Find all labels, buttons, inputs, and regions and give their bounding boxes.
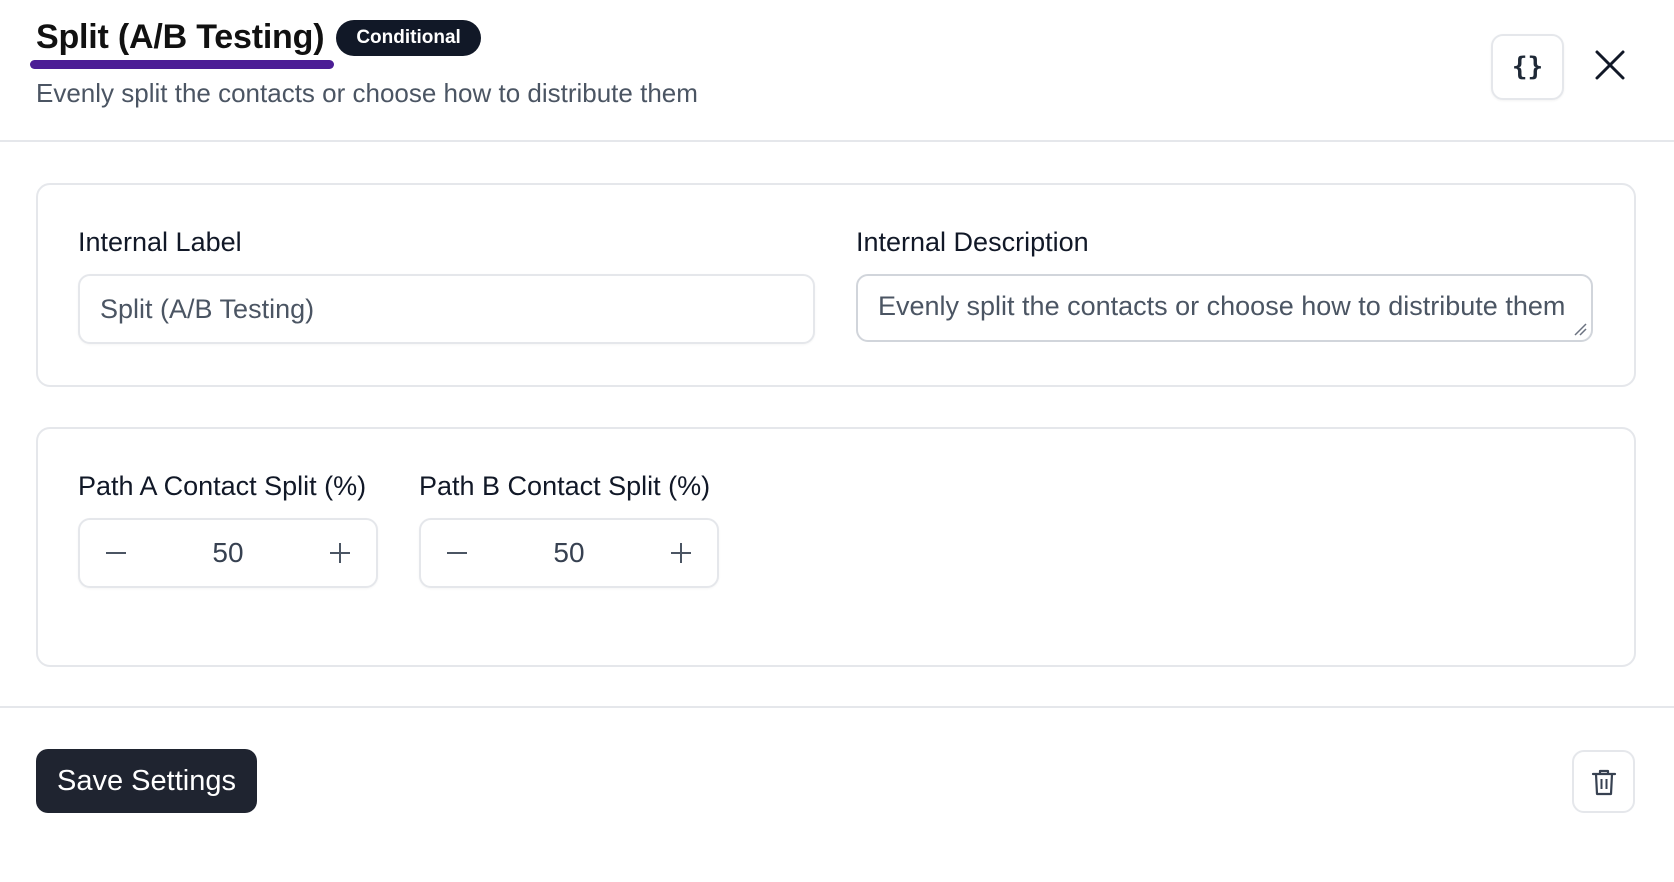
path-a-label: Path A Contact Split (%) <box>78 471 367 501</box>
label-description-card: Internal Label Split (A/B Testing) Inter… <box>36 183 1636 387</box>
curly-braces-icon: {} <box>1511 52 1544 82</box>
internal-description-textarea[interactable]: Evenly split the contacts or choose how … <box>856 274 1593 342</box>
panel-header: Split (A/B Testing) Conditional Evenly s… <box>0 0 1674 142</box>
path-b-value[interactable]: 50 <box>553 537 584 569</box>
path-b-stepper[interactable]: 50 <box>419 518 719 588</box>
plus-icon <box>671 543 691 563</box>
page-title: Split (A/B Testing) <box>36 18 325 56</box>
path-a-stepper[interactable]: 50 <box>78 518 378 588</box>
plus-icon <box>330 543 350 563</box>
path-a-value[interactable]: 50 <box>212 537 243 569</box>
path-b-increment-button[interactable] <box>667 539 695 567</box>
save-settings-button[interactable]: Save Settings <box>36 749 257 813</box>
close-icon <box>1595 50 1625 80</box>
title-wrapper: Split (A/B Testing) <box>30 18 334 69</box>
title-row: Split (A/B Testing) Conditional <box>30 18 481 69</box>
resize-grip-icon[interactable] <box>1573 322 1587 336</box>
minus-icon <box>447 552 467 554</box>
path-a-decrement-button[interactable] <box>102 539 130 567</box>
internal-label-input[interactable]: Split (A/B Testing) <box>78 274 815 344</box>
internal-description-heading: Internal Description <box>856 227 1089 257</box>
split-settings-panel: Split (A/B Testing) Conditional Evenly s… <box>0 0 1674 882</box>
type-badge: Conditional <box>336 19 481 56</box>
close-button[interactable] <box>1590 45 1630 85</box>
minus-icon <box>106 552 126 554</box>
footer-divider <box>0 706 1674 708</box>
contact-split-card: Path A Contact Split (%) 50 Path B Conta… <box>36 427 1636 667</box>
path-b-label: Path B Contact Split (%) <box>419 471 711 501</box>
page-subtitle: Evenly split the contacts or choose how … <box>36 78 698 108</box>
title-highlight-underline <box>30 60 334 69</box>
json-view-button[interactable]: {} <box>1491 34 1564 100</box>
path-b-decrement-button[interactable] <box>443 539 471 567</box>
trash-icon <box>1591 769 1616 795</box>
path-a-increment-button[interactable] <box>326 539 354 567</box>
internal-label-heading: Internal Label <box>78 227 242 257</box>
delete-button[interactable] <box>1572 750 1635 813</box>
internal-description-value: Evenly split the contacts or choose how … <box>878 291 1566 321</box>
